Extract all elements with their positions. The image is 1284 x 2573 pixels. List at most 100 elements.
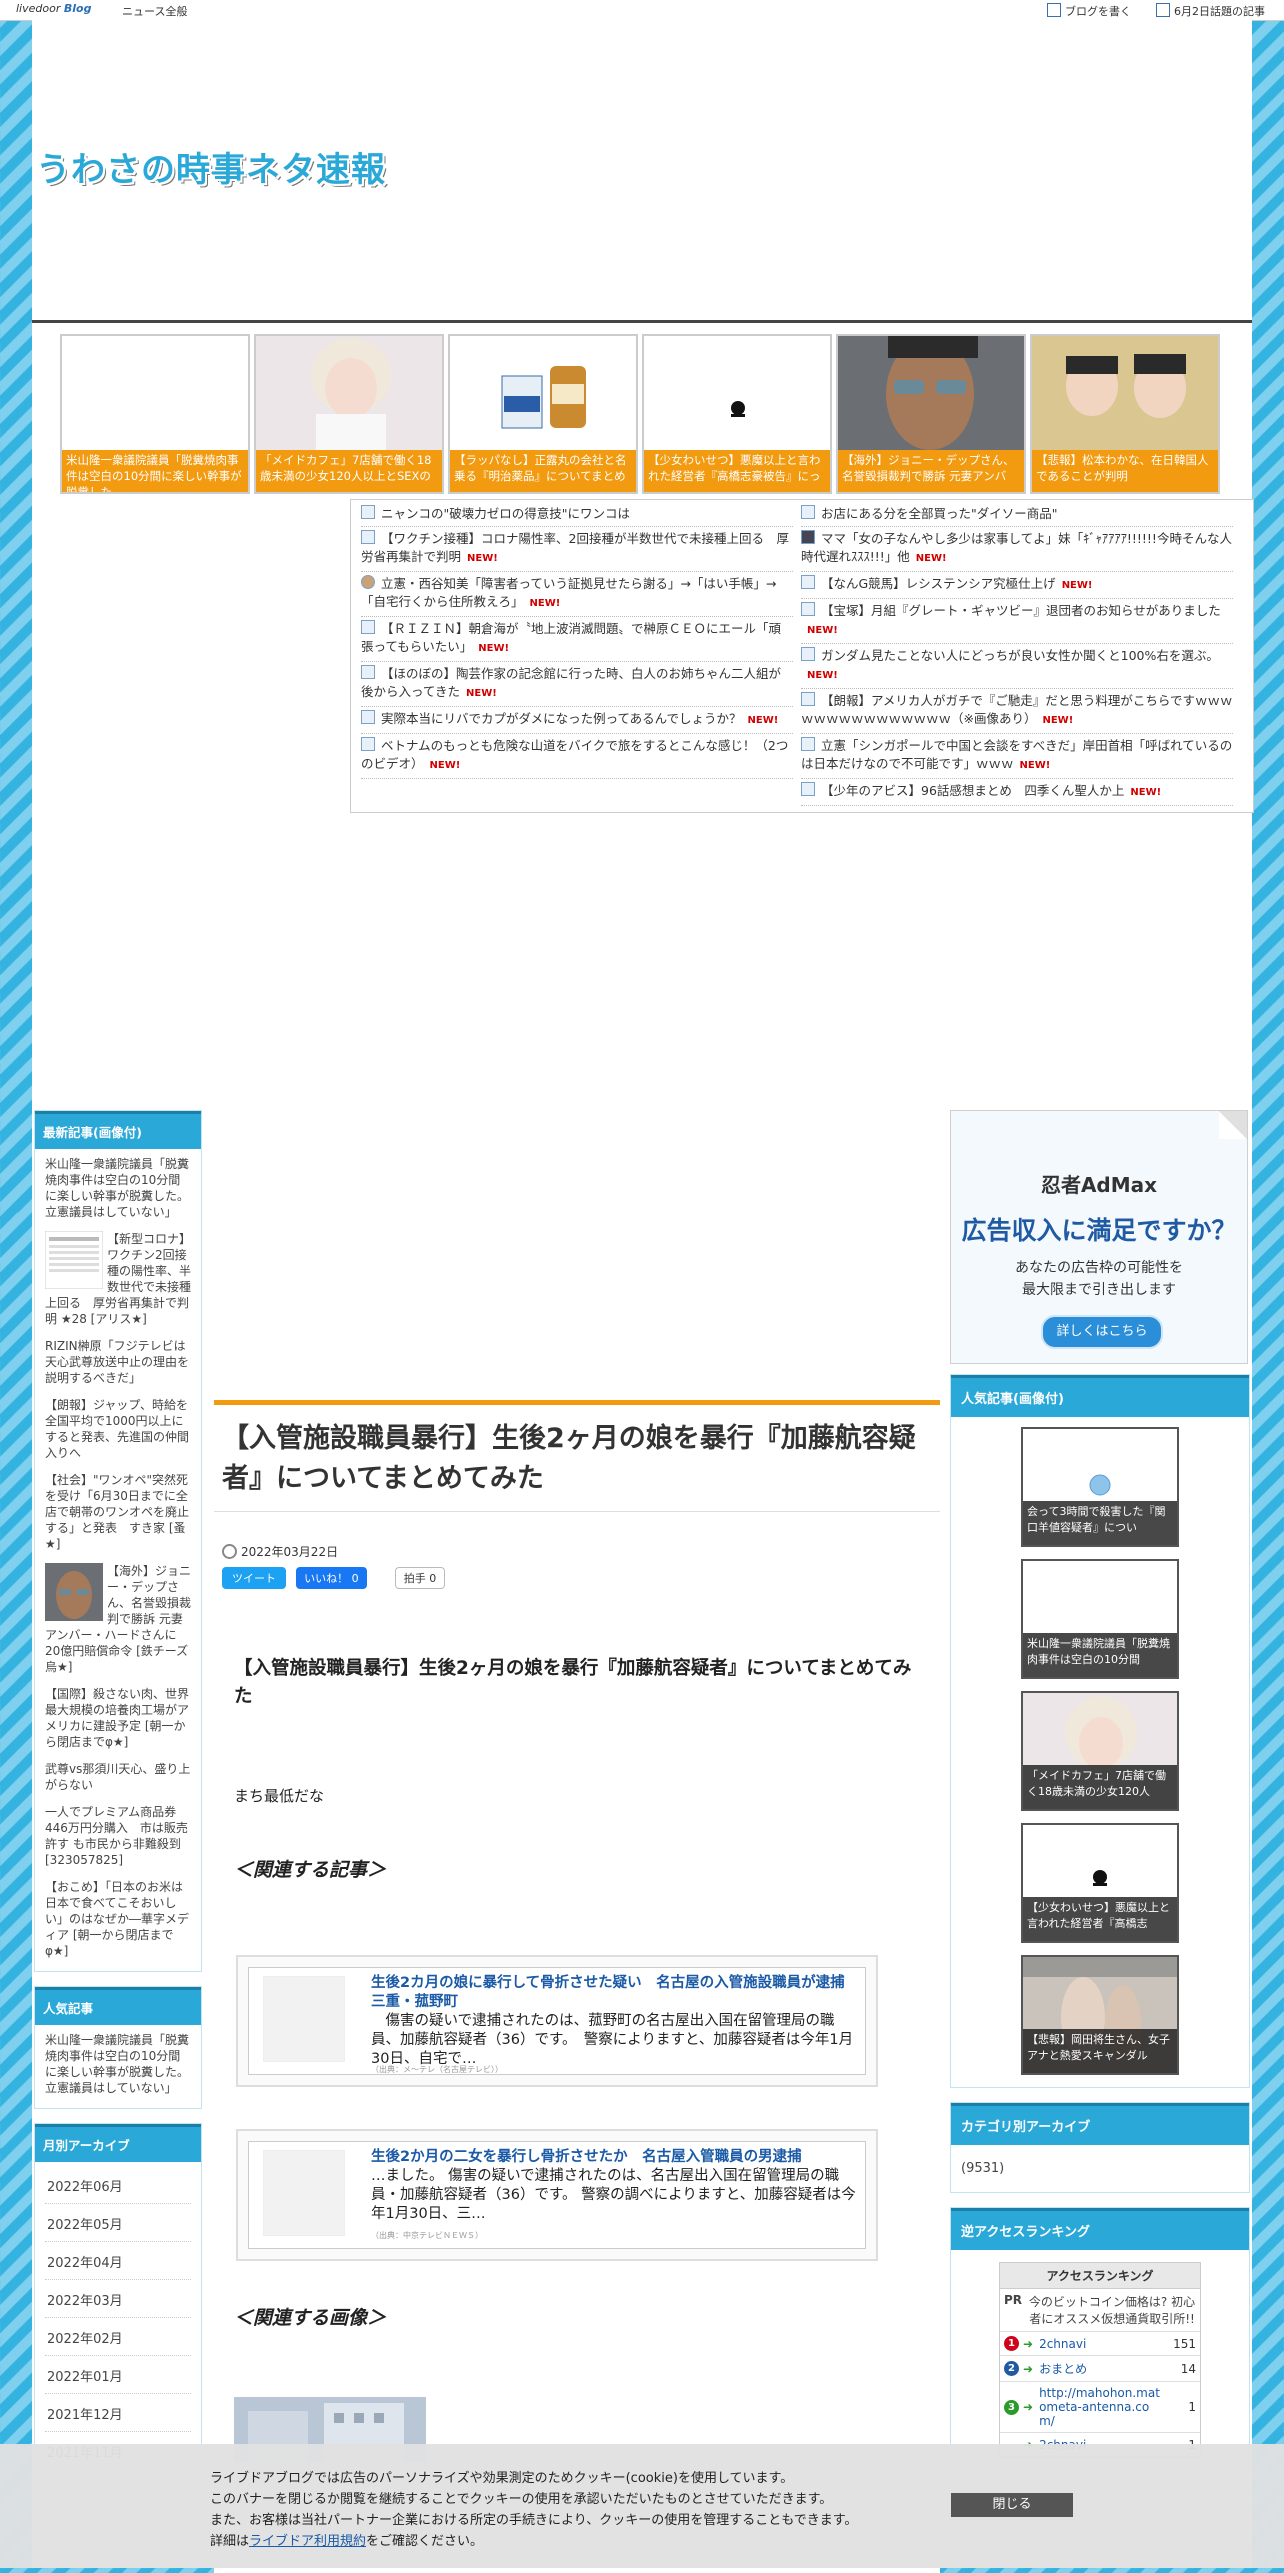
related-articles-heading: ＜関連する記事＞ <box>234 1859 387 1881</box>
related-article-card[interactable]: 生後2カ月の娘に暴行して骨折させた疑い 名古屋の入管施設職員が逮捕 三重・菰野町… <box>236 1955 878 2087</box>
livedoor-logo[interactable]: livedoor Blog <box>16 2 91 15</box>
new-badge: NEW! <box>429 760 461 771</box>
tweet-button[interactable]: ツイート <box>222 1567 286 1589</box>
recent-article[interactable]: RIZIN榊原「フジテレビは天心武尊放送中止の理由を説明するべきだ」 <box>45 1335 191 1394</box>
recent-article[interactable]: 【朗報】ジャップ、時給を全国平均で1000円以上にすると発表、先進国の仲間入りへ <box>45 1394 191 1469</box>
page-icon <box>361 737 375 751</box>
link-item[interactable]: ベトナムのもっとも危険な山道をバイクで旅をするとこんな感じ！（2つのビデオ） NE… <box>361 734 793 779</box>
card-title[interactable]: 生後2カ月の娘に暴行して骨折させた疑い 名古屋の入管施設職員が逮捕 三重・菰野町 <box>371 1974 859 2012</box>
link-item[interactable]: 【朗報】アメリカ人がガチで『ご馳走』だと思う料理がこちらですｗｗｗｗｗｗｗｗｗｗ… <box>801 689 1233 734</box>
category-archive-title: カテゴリ別アーカイブ <box>951 2103 1249 2145</box>
calendar-icon <box>1156 3 1170 17</box>
page-icon <box>801 602 815 616</box>
new-badge: NEW! <box>807 625 838 636</box>
archive-link[interactable]: 2022年03月 <box>45 2280 191 2318</box>
popular-caption: 【少女わいせつ】悪魔以上と言われた経営者『高橋志 <box>1023 1897 1177 1941</box>
link-item[interactable]: ママ「女の子なんやし多少は家事してよ」妹「ｷﾞｬｱｱｱｱ!!!!!!今時そんな人… <box>801 527 1233 572</box>
hot-articles-link[interactable]: 6月2日話題の記事 <box>1156 3 1265 19</box>
popular-item[interactable]: 会って3時間で殺害した『関口羊値容疑者』につい <box>1021 1427 1179 1547</box>
link-item[interactable]: 【ほのぼの】陶芸作家の記念館に行った時、白人のお姉ちゃん二人組が後から入ってきた… <box>361 662 793 707</box>
popular-item[interactable]: 米山隆一衆議院議員「脱糞焼肉事件は空白の10分間 <box>1021 1559 1179 1679</box>
link-item[interactable]: ガンダム見たことない人にどっちが良い女性か聞くと100%右を選ぶ。NEW! <box>801 644 1233 689</box>
rank-site[interactable]: 2chnavi <box>1039 2337 1164 2351</box>
ranking-row[interactable]: 2 ➜ おまとめ 14 <box>1000 2355 1200 2381</box>
link-item[interactable]: お店にある分を全部買った"ダイソー商品" <box>801 502 1233 527</box>
recent-article[interactable]: 【国際】殺さない肉、世界最大規模の培養肉工場がアメリカに建設予定 [朝一から閉店… <box>45 1683 191 1758</box>
pickup-thumb[interactable]: 「メイドカフェ」7店舗で働く18歳未満の少女120人以上とSEXの <box>254 334 444 494</box>
archive-link[interactable]: 2022年01月 <box>45 2356 191 2394</box>
ad-details-button[interactable]: 詳しくはこちら <box>1041 1315 1163 1349</box>
card-title[interactable]: 生後2か月の二女を暴行し骨折させたか 名古屋入管職員の男逮捕 <box>371 2148 859 2167</box>
girl-photo <box>256 336 442 454</box>
pickup-thumb[interactable]: 【悲報】松本わかな、在日韓国人であることが判明 <box>1030 334 1220 494</box>
article-title[interactable]: 【入管施設職員暴行】生後2ヶ月の娘を暴行『加藤航容疑者』についてまとめてみた <box>214 1405 940 1512</box>
popular-images-box: 人気記事(画像付) 会って3時間で殺害した『関口羊値容疑者』につい 米山隆一衆議… <box>950 1374 1250 2088</box>
recent-article[interactable]: 【海外】ジョニー・デップさん、名誉毀損裁判で勝訴 元妻アンバー・ハードさんに20… <box>45 1560 191 1683</box>
popular-item[interactable]: 「メイドカフェ」7店舗で働く18歳未満の少女120人 <box>1021 1691 1179 1811</box>
rank-site[interactable]: おまとめ <box>1039 2360 1164 2377</box>
share-bar: ツイート いいね！ 0 拍手 0 <box>222 1567 446 1589</box>
pr-text: 今のビットコイン価格は? 初心者にオススメ仮想通貨取引所!! <box>1028 2295 1196 2326</box>
thumb-image <box>838 336 1024 450</box>
popular-item[interactable]: 【少女わいせつ】悪魔以上と言われた経営者『高橋志 <box>1021 1823 1179 1943</box>
page-icon <box>361 620 375 634</box>
archive-link[interactable]: 2022年02月 <box>45 2318 191 2356</box>
pickup-thumb[interactable]: 【ラッパなし】正露丸の会社と名乗る『明治薬品』についてまとめ <box>448 334 638 494</box>
ranking-row[interactable]: 1 ➜ 2chnavi 151 <box>1000 2331 1200 2355</box>
archive-link[interactable]: 2022年04月 <box>45 2242 191 2280</box>
link-item[interactable]: 【宝塚】月組『グレート・ギャツビー』退団者のお知らせがありましたNEW! <box>801 599 1233 644</box>
recent-article[interactable]: 武尊vs那須川天心、盛り上がらない <box>45 1758 191 1801</box>
clap-button[interactable]: 拍手 0 <box>394 1567 446 1589</box>
thumb-caption: 米山隆一衆議院議員「脱糞焼肉事件は空白の10分間に楽しい幹事が脱糞した <box>62 450 248 492</box>
recent-article[interactable]: 米山隆一衆議院議員「脱糞焼肉事件は空白の10分間に楽しい幹事が脱糞した。立憲議員… <box>45 1153 191 1228</box>
link-item[interactable]: 立憲・西谷知美「障害者っていう証拠見せたら謝る」→「はい手帳」→「自宅行くから住… <box>361 572 793 617</box>
write-blog-link[interactable]: ブログを書く <box>1047 3 1131 19</box>
terms-link[interactable]: ライブドア利用規約 <box>249 2534 366 2549</box>
ranking-row[interactable]: 3 ➜ http://mahohon.matometa-antenna.com/… <box>1000 2381 1200 2432</box>
link-item[interactable]: 立憲「シンガポールで中国と会談をすべきだ」岸田首相「呼ばれているのは日本だけなの… <box>801 734 1233 779</box>
link-item[interactable]: 【なんG競馬】レシステンシア究極仕上げ NEW! <box>801 572 1233 599</box>
popular-item[interactable]: 【悲報】岡田将生さん、女子アナと熱愛スキャンダル <box>1021 1955 1179 2075</box>
pickup-thumb[interactable]: 【少女わいせつ】悪魔以上と言われた経営者『高橋志豪被告』にっ <box>642 334 832 494</box>
site-title[interactable]: うわさの時事ネタ速報 <box>36 142 386 191</box>
article-body: まち最低だな <box>234 1787 325 1805</box>
article-heading: 【入管施設職員暴行】生後2ヶ月の娘を暴行『加藤航容疑者』についてまとめてみた <box>234 1658 912 1707</box>
link-item[interactable]: 【ＲＩＺＩＮ】朝倉海が〝地上波消滅問題〟で榊原ＣＥＯにエール「頑張ってもらいたい… <box>361 617 793 662</box>
popular-article[interactable]: 米山隆一衆議院議員「脱糞焼肉事件は空白の10分間に楽しい幹事が脱糞した。立憲議員… <box>45 2029 191 2104</box>
cookie-close-button[interactable]: 閉じる <box>951 2493 1073 2517</box>
admax-ad[interactable]: 忍者AdMax 広告収入に満足ですか？ あなたの広告枠の可能性を 最大限まで引き… <box>950 1110 1248 1364</box>
link-item[interactable]: 【ワクチン接種】コロナ陽性率、2回接種が半数世代で未接種上回る 厚労省再集計で判… <box>361 527 793 572</box>
archive-link[interactable]: 2022年06月 <box>45 2166 191 2204</box>
link-item[interactable]: 実際本当にリバでカプがダメになった例ってあるんでしょうか？ NEW! <box>361 707 793 734</box>
reverse-ranking-box: 逆アクセスランキング アクセスランキング PR 今のビットコイン価格は? 初心者… <box>950 2207 1250 2470</box>
recent-article[interactable]: 【新型コロナ】ワクチン2回接種の陽性率、半数世代で未接種上回る 厚労省再集計で判… <box>45 1228 191 1335</box>
rank-badge: 1 <box>1004 2336 1019 2351</box>
rank-count: 151 <box>1173 2336 1196 2351</box>
page-icon <box>361 710 375 724</box>
pickup-thumb[interactable]: 【海外】ジョニー・デップさん、名誉毀損裁判で勝訴 元妻アンバ <box>836 334 1026 494</box>
archive-link[interactable]: 2021年12月 <box>45 2394 191 2432</box>
card-source: （出典：中京テレビＮＥＷＳ） <box>371 2231 483 2240</box>
ranking-pr[interactable]: PR 今のビットコイン価格は? 初心者にオススメ仮想通貨取引所!! <box>1000 2289 1200 2331</box>
recent-article[interactable]: 【おこめ】「日本のお米は日本で食べてこそおいしい」のはなぜか―華字メディア [朝… <box>45 1876 191 1967</box>
new-badge: NEW! <box>1130 787 1162 798</box>
monthly-archive-title: 月別アーカイブ <box>35 2124 201 2162</box>
thumb-caption: 「メイドカフェ」7店舗で働く18歳未満の少女120人以上とSEXの <box>256 450 442 492</box>
cookie-banner: ライブドアブログでは広告のパーソナライズや効果測定のためクッキー(cookie)… <box>0 2444 1284 2568</box>
thumb-image <box>256 336 442 454</box>
related-article-card[interactable]: 生後2か月の二女を暴行し骨折させたか 名古屋入管職員の男逮捕 …ました。 傷害の… <box>236 2129 878 2261</box>
antenna-link-box: ニャンコの"破壊力ゼロの得意技"にワンコは 【ワクチン接種】コロナ陽性率、2回接… <box>350 499 1254 813</box>
like-button[interactable]: いいね！ 0 <box>296 1567 367 1589</box>
recent-article[interactable]: 【社会】"ワンオペ"突然死を受け「6月30日までに全店で朝帯のワンオペを廃止する… <box>45 1469 191 1560</box>
recent-article[interactable]: 一人でプレミアム商品券446万円分購入 市は販売許す も市民から非難殺到 [32… <box>45 1801 191 1876</box>
news-all-link[interactable]: ニュース全般 <box>122 3 187 19</box>
archive-link[interactable]: 2022年05月 <box>45 2204 191 2242</box>
thumb-caption: 【ラッパなし】正露丸の会社と名乗る『明治薬品』についてまとめ <box>450 450 636 492</box>
ad-subtext: 最大限まで引き出します <box>1022 1282 1176 1298</box>
rank-site[interactable]: http://mahohon.matometa-antenna.com/ <box>1039 2386 1164 2428</box>
link-item[interactable]: 【少年のアビス】96話感想まとめ 四季くん聖人か上 NEW! <box>801 779 1233 806</box>
link-item[interactable]: ニャンコの"破壊力ゼロの得意技"にワンコは <box>361 502 793 527</box>
pickup-thumb[interactable]: 米山隆一衆議院議員「脱糞焼肉事件は空白の10分間に楽しい幹事が脱糞した <box>60 334 250 494</box>
popular-caption: 米山隆一衆議院議員「脱糞焼肉事件は空白の10分間 <box>1023 1633 1177 1677</box>
category-count[interactable]: (9531) <box>951 2145 1249 2192</box>
